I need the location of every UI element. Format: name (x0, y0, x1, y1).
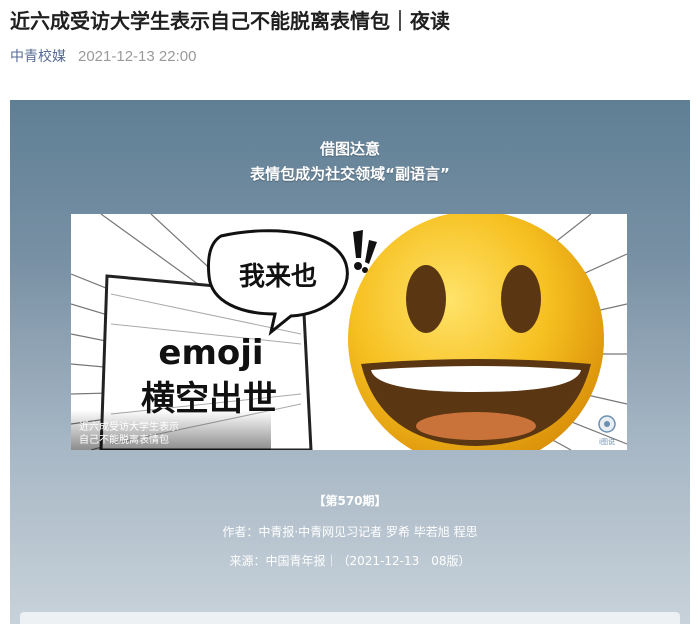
issue-number: 【第570期】 (313, 494, 387, 508)
article-meta: 中青校媒 2021-12-13 22:00 (10, 46, 196, 68)
card-heading-line1: 借图达意 (319, 140, 380, 158)
article-title: 近六成受访大学生表示自己不能脱离表情包｜夜读 (10, 9, 450, 33)
banner-illustration: 我来也 emoji 横空出世 近六成受访大学生表示 自己不能脱离表情包 i图说 (71, 214, 627, 450)
smiley-emoji-icon (348, 214, 604, 450)
itushuo-logo-icon: i图说 (598, 415, 616, 446)
banner-caption-line1: 近六成受访大学生表示 (79, 420, 179, 433)
emoji-word: emoji (158, 333, 263, 373)
source-line: 来源：中国青年报｜（2021-12-13 08版） (229, 554, 471, 568)
logo-text: i图说 (599, 437, 615, 446)
account-name-link[interactable]: 中青校媒 (10, 46, 66, 68)
article-content-card: 借图达意 表情包成为社交领域“副语言” 我来也 emoji 横空出世 近六成受访… (10, 100, 690, 624)
speech-text: 我来也 (239, 262, 317, 292)
banner-image[interactable]: 我来也 emoji 横空出世 近六成受访大学生表示 自己不能脱离表情包 i图说 (71, 214, 627, 450)
next-section-box (20, 612, 680, 624)
card-heading-line2: 表情包成为社交领域“副语言” (250, 165, 450, 183)
author-line: 作者：中青报·中青网见习记者 罗希 毕若旭 程思 (222, 525, 478, 539)
banner-caption-line2: 自己不能脱离表情包 (79, 433, 169, 446)
publish-date: 2021-12-13 22:00 (78, 48, 197, 65)
